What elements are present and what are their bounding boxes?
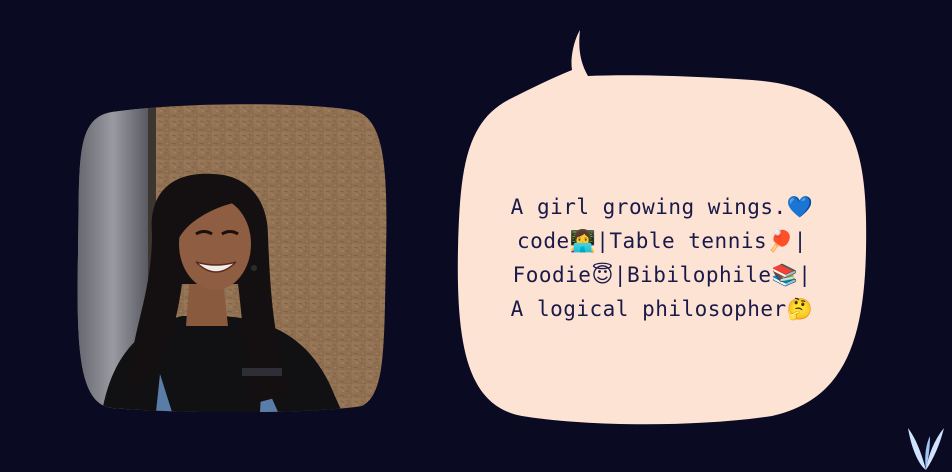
thinking-face-icon: 🤔 bbox=[786, 297, 814, 321]
profile-card: A girl growing wings.💙 code👩‍💻|Table ten… bbox=[0, 0, 952, 472]
v-logo-icon[interactable] bbox=[904, 426, 948, 472]
woman-technologist-icon: 👩‍💻 bbox=[569, 229, 597, 253]
books-icon: 📚 bbox=[771, 263, 799, 287]
speech-bubble: A girl growing wings.💙 code👩‍💻|Table ten… bbox=[452, 28, 872, 426]
bio-text: A girl growing wings.💙 code👩‍💻|Table ten… bbox=[482, 190, 842, 326]
profile-photo bbox=[72, 104, 388, 412]
ping-pong-icon: 🏓 bbox=[767, 229, 794, 253]
bio-line-2: code👩‍💻|Table tennis🏓| bbox=[482, 224, 842, 258]
blue-heart-icon: 💙 bbox=[786, 195, 814, 219]
smiling-halo-icon: 😇 bbox=[591, 263, 614, 287]
bio-line-3: Foodie😇|Bibilophile📚| bbox=[482, 258, 842, 292]
bio-line-1: A girl growing wings.💙 bbox=[482, 190, 842, 224]
bio-line-4: A logical philosopher🤔 bbox=[482, 292, 842, 326]
